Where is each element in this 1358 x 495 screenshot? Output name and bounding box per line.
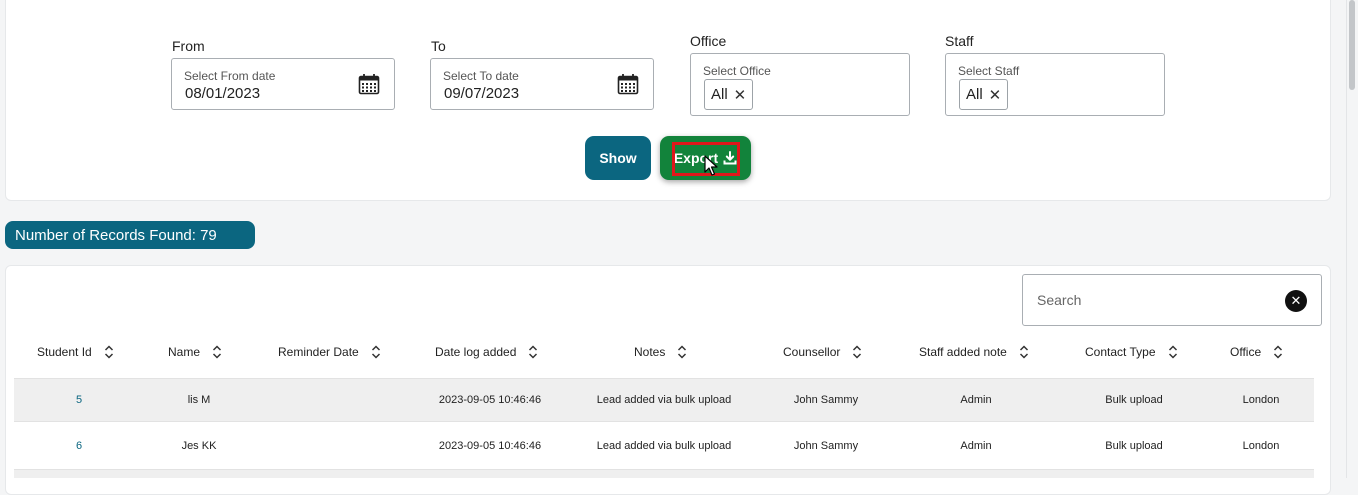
clear-search-icon[interactable]: ✕ <box>1285 290 1307 312</box>
calendar-icon[interactable] <box>358 73 380 95</box>
to-date-field[interactable]: Select To date 09/07/2023 <box>430 58 654 110</box>
header-label: Name <box>168 345 201 359</box>
show-button[interactable]: Show <box>585 136 651 180</box>
header-label: Date log added <box>435 345 517 359</box>
header-label: Student Id <box>37 345 92 359</box>
notes-cell: Lead added via bulk upload <box>596 439 732 452</box>
staff-label: Staff <box>945 33 974 49</box>
column-header-office[interactable]: Office <box>1230 344 1283 360</box>
office-label: Office <box>690 33 727 49</box>
column-header-name[interactable]: Name <box>168 344 222 360</box>
header-label: Counsellor <box>783 345 841 359</box>
sort-icon <box>104 345 113 359</box>
table-row: 5 lis M 2023-09-05 10:46:46 Lead added v… <box>14 378 1314 422</box>
column-header-reminder-date[interactable]: Reminder Date <box>278 344 381 360</box>
header-label: Staff added note <box>919 345 1007 359</box>
staff-chip-label: All <box>966 86 983 103</box>
contact-type-cell: Bulk upload <box>1105 394 1163 406</box>
office-select[interactable]: Select Office All ✕ <box>690 53 910 116</box>
student-id-link[interactable]: 6 <box>54 422 104 469</box>
records-count-badge: Number of Records Found: 79 <box>5 221 255 249</box>
sort-icon <box>529 345 538 359</box>
date-log-added-cell: 2023-09-05 10:46:46 <box>438 439 542 452</box>
header-label: Office <box>1230 345 1262 359</box>
staff-sublabel: Select Staff <box>958 64 1020 78</box>
notes-cell: Lead added via bulk upload <box>596 394 732 406</box>
close-icon[interactable]: ✕ <box>734 86 747 104</box>
page-scrollbar-thumb[interactable] <box>1349 0 1355 90</box>
from-date-field[interactable]: Select From date 08/01/2023 <box>171 58 395 110</box>
office-sublabel: Select Office <box>703 64 771 78</box>
office-cell: London <box>1242 394 1280 406</box>
scrollbar-divider <box>1346 0 1347 478</box>
staff-added-note-cell: Admin <box>960 439 992 452</box>
header-label: Reminder Date <box>278 345 359 359</box>
column-header-date-log-added[interactable]: Date log added <box>435 344 538 360</box>
column-header-student-id[interactable]: Student Id <box>37 344 114 360</box>
office-chip-label: All <box>711 86 728 103</box>
office-cell: London <box>1242 439 1280 452</box>
to-label: To <box>431 38 446 54</box>
search-field[interactable]: ✕ <box>1022 274 1322 326</box>
counsellor-cell: John Sammy <box>793 439 859 452</box>
to-date-sublabel: Select To date <box>443 69 519 83</box>
table-row: 6 Jes KK 2023-09-05 10:46:46 Lead added … <box>14 422 1314 470</box>
reminder-date-cell <box>274 422 374 469</box>
name-cell: lis M <box>187 394 211 406</box>
staff-added-note-cell: Admin <box>960 394 992 406</box>
student-id-link[interactable]: 5 <box>54 379 104 421</box>
header-label: Notes <box>634 345 666 359</box>
from-date-sublabel: Select From date <box>184 69 276 83</box>
column-header-contact-type[interactable]: Contact Type <box>1085 344 1178 360</box>
column-header-staff-added-note[interactable]: Staff added note <box>919 344 1029 360</box>
sort-icon <box>371 345 380 359</box>
header-label: Contact Type <box>1085 345 1156 359</box>
mouse-cursor-icon <box>704 155 718 176</box>
sort-icon <box>1274 345 1283 359</box>
to-date-value: 09/07/2023 <box>444 85 520 102</box>
name-cell: Jes KK <box>181 439 217 452</box>
from-date-value: 08/01/2023 <box>185 85 261 102</box>
office-chip: All ✕ <box>704 79 754 110</box>
column-header-notes[interactable]: Notes <box>634 344 687 360</box>
date-log-added-cell: 2023-09-05 10:46:46 <box>438 394 542 406</box>
sort-icon <box>853 345 862 359</box>
calendar-icon[interactable] <box>617 73 639 95</box>
staff-chip: All ✕ <box>959 79 1009 110</box>
sort-icon <box>678 345 687 359</box>
from-label: From <box>172 38 205 54</box>
close-icon[interactable]: ✕ <box>989 86 1002 104</box>
sort-icon <box>1019 345 1028 359</box>
column-header-counsellor[interactable]: Counsellor <box>783 344 862 360</box>
download-icon <box>723 151 737 165</box>
reminder-date-cell <box>274 379 374 421</box>
sort-icon <box>212 345 222 359</box>
sort-icon <box>1168 345 1177 359</box>
staff-select[interactable]: Select Staff All ✕ <box>945 53 1165 116</box>
table-row <box>14 470 1314 478</box>
contact-type-cell: Bulk upload <box>1105 439 1163 452</box>
counsellor-cell: John Sammy <box>793 394 859 406</box>
search-input[interactable] <box>1035 288 1275 312</box>
